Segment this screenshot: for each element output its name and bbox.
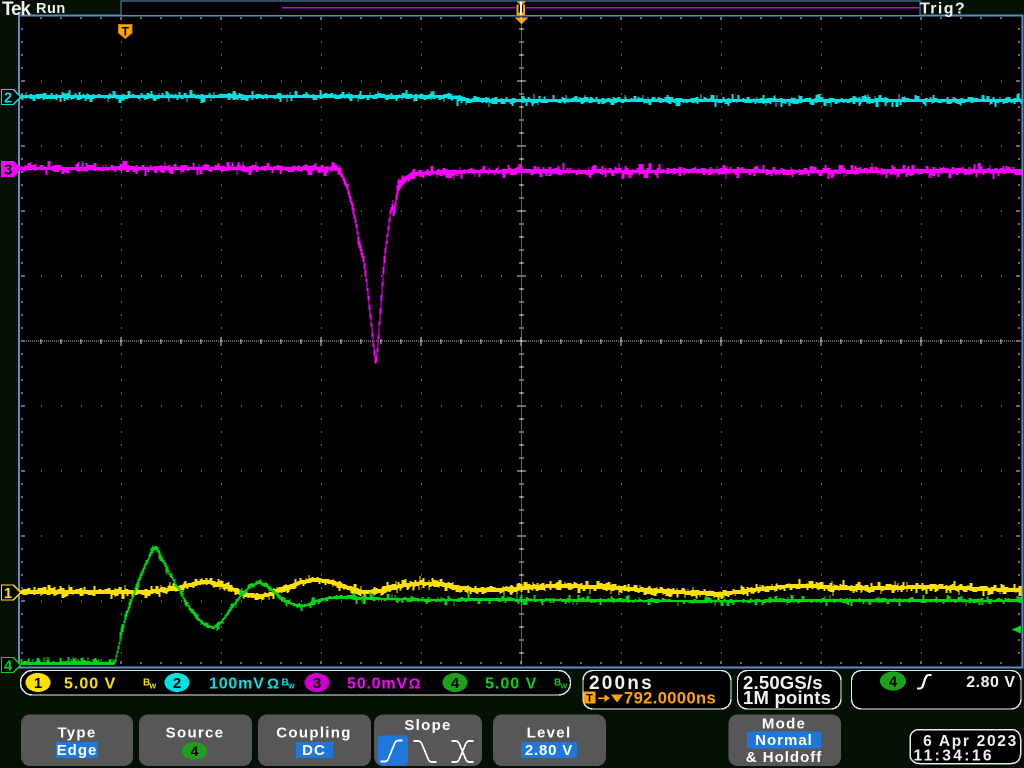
- svg-text:4: 4: [451, 675, 460, 692]
- svg-text:W: W: [150, 684, 157, 691]
- svg-text:4: 4: [191, 743, 199, 759]
- svg-text:2: 2: [173, 675, 181, 692]
- svg-text:2: 2: [4, 90, 12, 107]
- svg-text:1: 1: [34, 675, 42, 692]
- svg-text:5.00 V: 5.00 V: [485, 676, 537, 693]
- svg-text:Run: Run: [36, 1, 66, 17]
- svg-text:3: 3: [313, 675, 321, 692]
- svg-text:Source: Source: [166, 725, 225, 742]
- svg-text:Normal: Normal: [755, 732, 813, 749]
- svg-text:Ω: Ω: [267, 676, 279, 693]
- svg-text:1: 1: [4, 585, 12, 602]
- svg-text:Edge: Edge: [57, 742, 98, 759]
- svg-text:1M points: 1M points: [743, 687, 831, 708]
- svg-text:Ω: Ω: [409, 676, 421, 693]
- svg-text:3: 3: [4, 162, 12, 179]
- svg-text:DC: DC: [302, 742, 326, 759]
- svg-text:Tek: Tek: [2, 0, 31, 20]
- svg-text:11:34:16: 11:34:16: [914, 747, 994, 764]
- svg-text:T: T: [122, 25, 130, 39]
- svg-text:& Holdoff: & Holdoff: [746, 749, 822, 766]
- svg-text:Coupling: Coupling: [276, 725, 351, 742]
- svg-text:792.0000ns: 792.0000ns: [624, 690, 716, 708]
- svg-text:2.80 V: 2.80 V: [966, 674, 1015, 691]
- svg-text:50.0mV: 50.0mV: [347, 676, 408, 693]
- svg-text:2.80 V: 2.80 V: [525, 742, 573, 759]
- svg-text:W: W: [561, 684, 568, 691]
- svg-text:Trig?: Trig?: [920, 1, 966, 18]
- svg-text:W: W: [288, 684, 295, 691]
- svg-text:4: 4: [889, 673, 898, 690]
- svg-text:100mV: 100mV: [209, 676, 265, 693]
- svg-text:Type: Type: [57, 725, 96, 742]
- svg-text:4: 4: [4, 658, 13, 675]
- svg-text:Level: Level: [527, 725, 572, 742]
- svg-text:Slope: Slope: [404, 717, 451, 734]
- svg-text:T: T: [586, 693, 593, 705]
- svg-text:Mode: Mode: [762, 716, 806, 733]
- svg-text:5.00 V: 5.00 V: [64, 676, 116, 693]
